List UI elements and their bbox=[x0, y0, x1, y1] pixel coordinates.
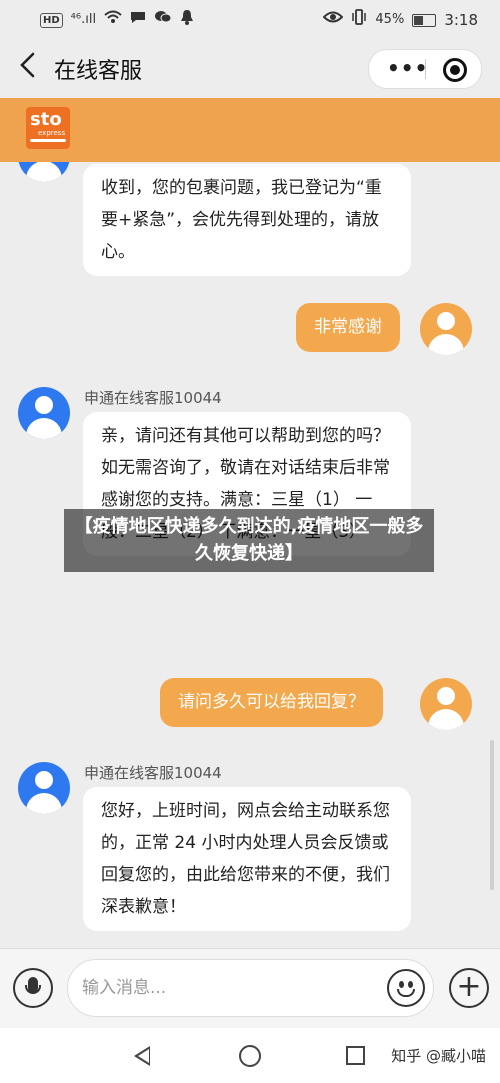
logo-text: sto bbox=[30, 109, 62, 130]
clock: 3:18 bbox=[444, 11, 478, 29]
agent-avatar bbox=[18, 762, 70, 814]
user-avatar bbox=[420, 303, 472, 355]
watermark: 知乎 @臧小喵 bbox=[391, 1047, 486, 1065]
wifi-icon bbox=[104, 10, 122, 30]
input-bar: + bbox=[0, 948, 500, 1029]
message-icon bbox=[130, 10, 146, 30]
page-title: 在线客服 bbox=[54, 59, 143, 84]
nav-recent-icon[interactable] bbox=[346, 1046, 365, 1065]
nav-back-icon[interactable] bbox=[134, 1046, 150, 1066]
logo-subtext: express bbox=[38, 129, 66, 137]
avatar-body bbox=[26, 793, 62, 814]
avatar-body bbox=[428, 709, 464, 730]
vibrate-icon bbox=[351, 9, 367, 31]
voice-button[interactable] bbox=[13, 968, 53, 1008]
avatar-head bbox=[437, 312, 455, 330]
emoji-button[interactable] bbox=[387, 969, 425, 1007]
signal-icon: ⁴⁶.ıll bbox=[70, 12, 97, 27]
microphone-stand bbox=[25, 985, 41, 994]
battery-percent: 45% bbox=[375, 12, 405, 27]
message-bubble: 收到，您的包裹问题，我已登记为“重要+紧急”，会优先得到处理的，请放心。 bbox=[83, 164, 411, 276]
notification-icon bbox=[180, 9, 194, 31]
eye-icon bbox=[322, 10, 344, 30]
close-target-button[interactable] bbox=[443, 58, 467, 82]
back-button[interactable] bbox=[16, 50, 46, 84]
message-input[interactable] bbox=[67, 959, 434, 1017]
smile-icon-eye bbox=[399, 981, 404, 988]
nav-home-icon[interactable] bbox=[239, 1045, 261, 1067]
avatar-body bbox=[428, 334, 464, 355]
message-bubble: 请问多久可以给我回复？ bbox=[160, 678, 383, 727]
user-avatar bbox=[420, 678, 472, 730]
message-bubble: 您好，上班时间，网点会给主动联系您的，正常 24 小时内处理人员会反馈或回复您的… bbox=[83, 787, 411, 931]
avatar-head bbox=[35, 396, 53, 414]
title-bar: 在线客服 ••• bbox=[0, 38, 500, 98]
avatar-head bbox=[437, 687, 455, 705]
plus-button[interactable]: + bbox=[449, 968, 489, 1008]
battery-icon bbox=[412, 13, 437, 27]
overlay-caption: 【疫情地区快递多久到达的,疫情地区一般多久恢复快递】 bbox=[64, 509, 434, 572]
smile-icon-eye bbox=[408, 981, 413, 988]
status-bar: HD ⁴⁶.ıll 45% 3:18 bbox=[0, 0, 500, 38]
sender-name: 申通在线客服10044 bbox=[84, 764, 222, 782]
wechat-icon bbox=[154, 10, 172, 30]
avatar-head bbox=[35, 771, 53, 789]
agent-avatar bbox=[18, 387, 70, 439]
logo-underline bbox=[30, 139, 66, 142]
avatar-body bbox=[26, 162, 62, 182]
system-nav-bar: 知乎 @臧小喵 bbox=[0, 1028, 500, 1083]
sto-logo: sto express bbox=[26, 107, 70, 149]
sender-name: 申通在线客服10044 bbox=[84, 389, 222, 407]
mini-program-capsule: ••• bbox=[368, 49, 482, 89]
chevron-left-icon bbox=[20, 52, 35, 78]
avatar-body bbox=[26, 418, 62, 439]
smile-icon-mouth bbox=[397, 989, 415, 997]
brand-banner: sto express bbox=[0, 98, 500, 162]
message-bubble: 非常感谢 bbox=[296, 303, 400, 352]
chat-scrollbar[interactable] bbox=[490, 740, 494, 890]
more-button[interactable]: ••• bbox=[387, 56, 428, 80]
battery-fill bbox=[414, 15, 424, 25]
hd-badge: HD bbox=[40, 12, 63, 28]
capsule-divider bbox=[425, 59, 426, 79]
agent-avatar bbox=[18, 162, 70, 182]
